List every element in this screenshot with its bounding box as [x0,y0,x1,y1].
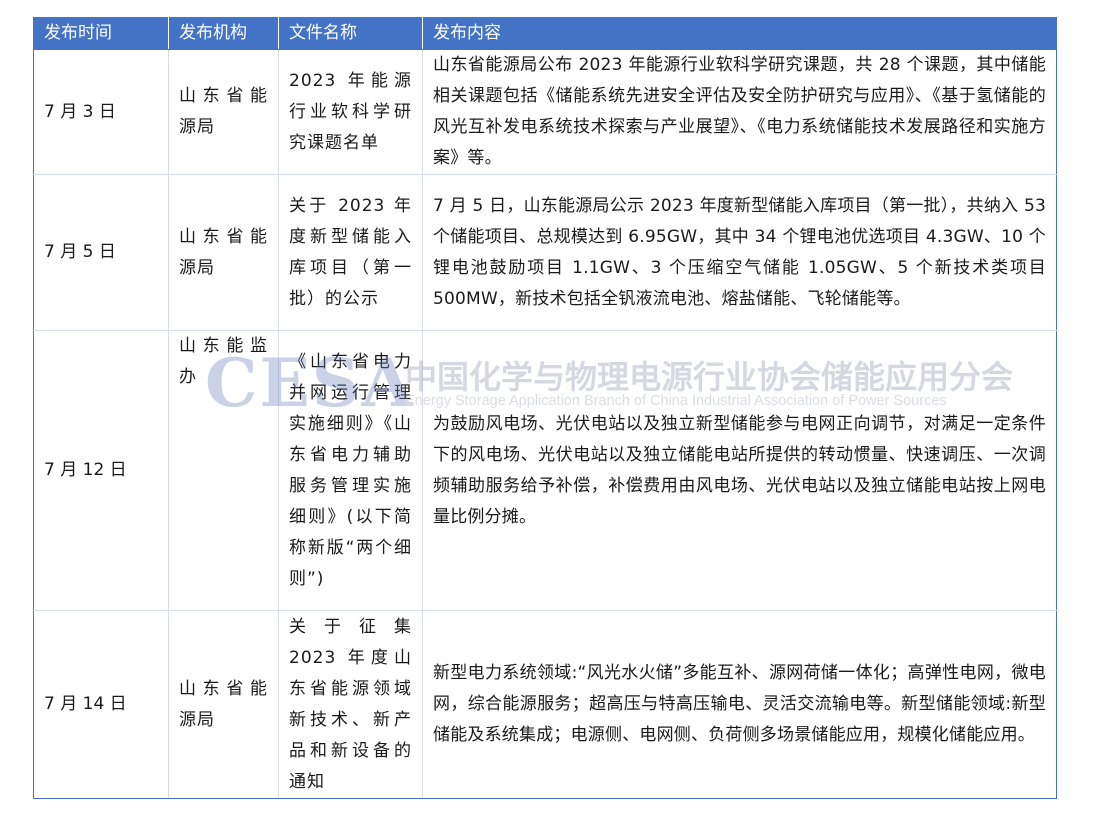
cell-org: 山东省能源局 [168,174,279,331]
table-row: 7 月 5 日 山东省能源局 关于 2023 年度新型储能入库项目（第一批）的公… [33,174,1057,331]
cell-content: 山东省能源局公布 2023 年能源行业软科学研究课题，共 28 个课题，其中储能… [422,49,1057,175]
policy-table: 发布时间 发布机构 文件名称 发布内容 7 月 3 日 山东省能源局 2023 … [33,17,1057,799]
cell-file: 2023 年能源行业软科学研究课题名单 [278,49,423,175]
cell-date: 7 月 3 日 [33,49,169,175]
cell-file: 《山东省电力并网运行管理实施细则》《山东省电力辅助服务管理实施细则》(以下简称新… [278,330,423,611]
cell-org: 山东省能源局 [168,49,279,175]
cell-file: 关于 2023 年度新型储能入库项目（第一批）的公示 [278,174,423,331]
cell-org: 山东能监办 [168,330,279,611]
cell-date: 7 月 5 日 [33,174,169,331]
table-row: 7 月 14 日 山东省能源局 关于征集 2023 年度山东省能源领域新技术、新… [33,610,1057,799]
header-row: 发布时间 发布机构 文件名称 发布内容 [33,17,1057,50]
cell-date: 7 月 14 日 [33,610,169,799]
cell-date: 7 月 12 日 [33,330,169,611]
cell-content: 为鼓励风电场、光伏电站以及独立新型储能参与电网正向调节，对满足一定条件下的风电场… [422,330,1057,611]
table-row: 7 月 3 日 山东省能源局 2023 年能源行业软科学研究课题名单 山东省能源… [33,49,1057,175]
cell-content: 7 月 5 日，山东能源局公示 2023 年度新型储能入库项目（第一批），共纳入… [422,174,1057,331]
cell-file: 关于征集 2023 年度山东省能源领域新技术、新产品和新设备的通知 [278,610,423,799]
table-body: 7 月 3 日 山东省能源局 2023 年能源行业软科学研究课题名单 山东省能源… [33,49,1057,799]
table-row: 7 月 12 日 山东能监办 《山东省电力并网运行管理实施细则》《山东省电力辅助… [33,330,1057,611]
cell-content: 新型电力系统领域:“风光水火储”多能互补、源网荷储一体化；高弹性电网，微电网，综… [422,610,1057,799]
header-content: 发布内容 [422,17,1057,50]
header-org: 发布机构 [168,17,279,50]
header-file: 文件名称 [278,17,423,50]
table-header: 发布时间 发布机构 文件名称 发布内容 [33,17,1057,50]
cell-org: 山东省能源局 [168,610,279,799]
header-date: 发布时间 [33,17,169,50]
